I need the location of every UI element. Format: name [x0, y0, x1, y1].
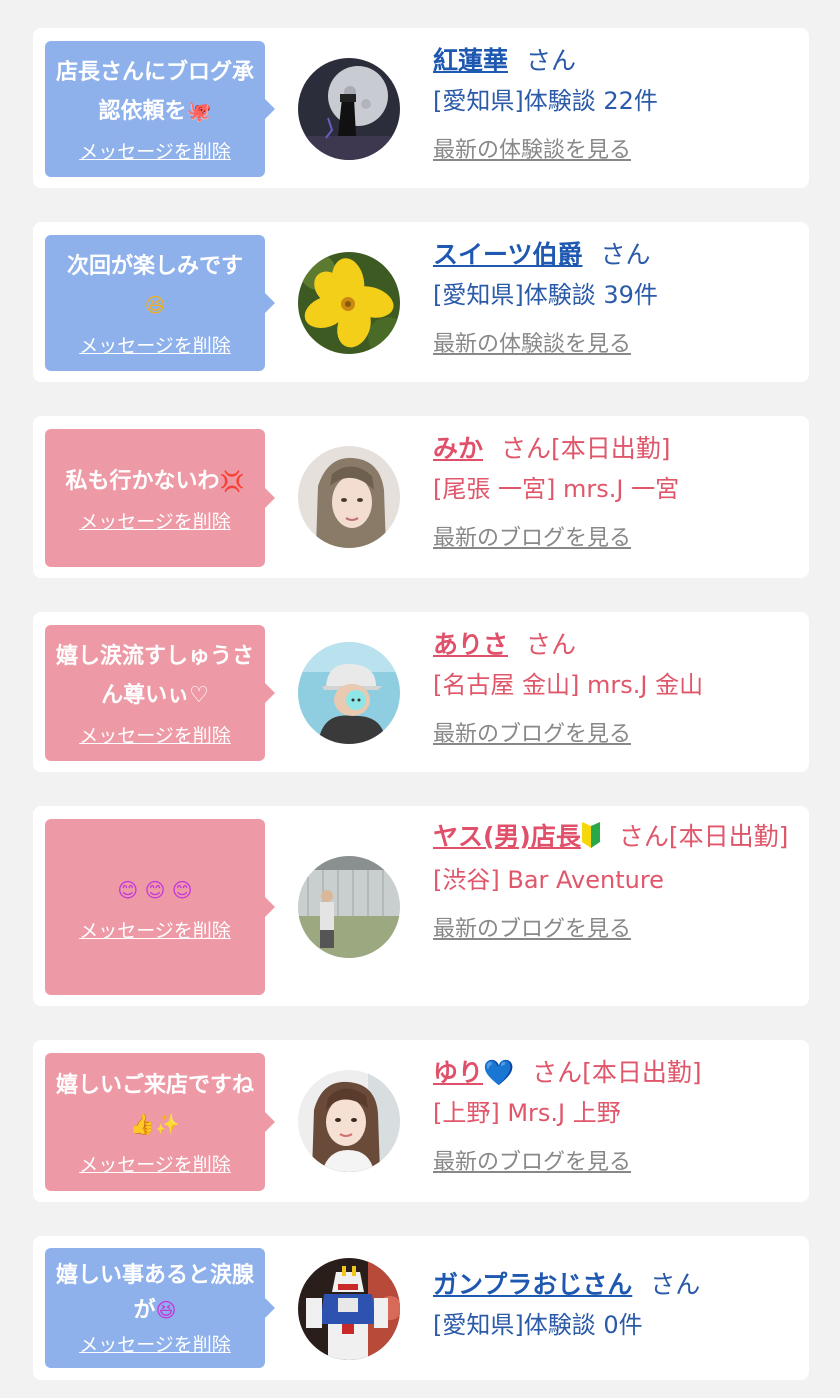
delete-message-link[interactable]: メッセージを削除	[79, 1330, 231, 1357]
delete-message-link[interactable]: メッセージを削除	[79, 507, 231, 534]
user-info: ゆり💙 さん[本日出勤] [上野] Mrs.J 上野 最新のブログを見る	[433, 1054, 795, 1176]
honorific: さん	[532, 1058, 583, 1087]
message-list: 店長さんにブログ承認依頼を🐙 メッセージを削除 紅蓮華 さん [愛知県]体験談 2…	[0, 0, 840, 1398]
bubble-message: 店長さんにブログ承認依頼を	[55, 60, 254, 124]
delete-message-link[interactable]: メッセージを削除	[79, 916, 231, 943]
honorific: さん	[526, 630, 577, 659]
bubble-message: 嬉しいご来店ですね	[55, 1073, 254, 1098]
honorific: さん	[618, 822, 669, 851]
area-info: [尾張 一宮] mrs.J 一宮	[433, 475, 680, 503]
latest-blog-link[interactable]: 最新のブログを見る	[433, 911, 631, 943]
user-name-link[interactable]: ゆり	[433, 1058, 483, 1087]
message-bubble: 私も行かないわ💢 メッセージを削除	[45, 429, 275, 567]
avatar[interactable]	[298, 446, 400, 548]
status-label: [本日出勤]	[582, 1058, 702, 1087]
smiling-emoji-icon: 😊 😊 😊	[117, 878, 193, 902]
message-bubble: 嬉しいご来店ですね 👍✨ メッセージを削除	[45, 1053, 275, 1191]
user-name-link[interactable]: ガンプラおじさん	[433, 1270, 632, 1299]
area-info: [名古屋 金山] mrs.J 金山	[433, 671, 704, 699]
delete-message-link[interactable]: メッセージを削除	[79, 1150, 231, 1177]
user-info: みか さん[本日出勤] [尾張 一宮] mrs.J 一宮 最新のブログを見る	[433, 430, 795, 552]
blue-heart-icon: 💙	[483, 1058, 515, 1087]
latest-review-link[interactable]: 最新の体験談を見る	[433, 326, 631, 358]
message-card: 店長さんにブログ承認依頼を🐙 メッセージを削除 紅蓮華 さん [愛知県]体験談 2…	[33, 28, 809, 188]
area-info: [愛知県]体験談 22件	[433, 87, 658, 115]
user-name-link[interactable]: ヤス(男)店長	[433, 822, 581, 851]
message-bubble: 嬉しい事あると涙腺が😆 メッセージを削除	[45, 1248, 275, 1368]
delete-message-link[interactable]: メッセージを削除	[79, 137, 231, 164]
avatar[interactable]	[298, 642, 400, 744]
latest-blog-link[interactable]: 最新のブログを見る	[433, 1144, 631, 1176]
user-info: 紅蓮華 さん [愛知県]体験談 22件 最新の体験談を見る	[433, 42, 795, 164]
message-card: 😊 😊 😊 メッセージを削除 ヤス(男)店長 さん[本日出勤] [渋谷] Bar …	[33, 806, 809, 1006]
message-bubble: 次回が楽しみです 😆 メッセージを削除	[45, 235, 275, 371]
octopus-emoji-icon: 🐙	[186, 99, 212, 123]
latest-blog-link[interactable]: 最新のブログを見る	[433, 520, 631, 552]
bubble-message: 次回が楽しみです	[66, 254, 243, 279]
latest-blog-link[interactable]: 最新のブログを見る	[433, 716, 631, 748]
message-card: 嬉しいご来店ですね 👍✨ メッセージを削除 ゆり💙 さん[本日出勤] [上野] Mr…	[33, 1040, 809, 1202]
user-info: ありさ さん [名古屋 金山] mrs.J 金山 最新のブログを見る	[433, 626, 795, 748]
message-card: 嬉しい事あると涙腺が😆 メッセージを削除 ガンプラおじさん さん [愛知県]体験談…	[33, 1236, 809, 1380]
avatar[interactable]	[298, 1070, 400, 1172]
user-name-link[interactable]: ありさ	[433, 630, 508, 659]
user-info: スイーツ伯爵 さん [愛知県]体験談 39件 最新の体験談を見る	[433, 236, 795, 358]
avatar[interactable]	[298, 252, 400, 354]
status-label: [本日出勤]	[551, 434, 671, 463]
thumbs-up-emoji-icon: 👍✨	[130, 1112, 180, 1136]
honorific: さん	[526, 46, 577, 75]
bubble-message: 嬉し涙流すしゅうさん尊いぃ♡	[55, 644, 254, 708]
message-card: 次回が楽しみです 😆 メッセージを削除 スイーツ伯爵 さん [愛知県]体験談 39件…	[33, 222, 809, 382]
honorific: さん	[600, 240, 651, 269]
user-info: ヤス(男)店長 さん[本日出勤] [渋谷] Bar Aventure 最新のブログ…	[433, 818, 795, 943]
message-card: 嬉し涙流すしゅうさん尊いぃ♡ メッセージを削除 ありさ さん [名古屋 金山] m…	[33, 612, 809, 772]
area-info: [渋谷] Bar Aventure	[433, 866, 664, 894]
message-bubble: 😊 😊 😊 メッセージを削除	[45, 819, 275, 995]
message-bubble: 嬉し涙流すしゅうさん尊いぃ♡ メッセージを削除	[45, 625, 275, 761]
message-card: 私も行かないわ💢 メッセージを削除 みか さん[本日出勤] [尾張 一宮] mrs…	[33, 416, 809, 578]
beginner-mark-icon	[581, 821, 601, 859]
message-bubble: 店長さんにブログ承認依頼を🐙 メッセージを削除	[45, 41, 275, 177]
user-name-link[interactable]: スイーツ伯爵	[433, 240, 583, 269]
avatar[interactable]	[298, 58, 400, 160]
avatar[interactable]	[298, 856, 400, 958]
area-info: [上野] Mrs.J 上野	[433, 1099, 621, 1127]
delete-message-link[interactable]: メッセージを削除	[79, 331, 231, 358]
avatar[interactable]	[298, 1258, 400, 1360]
area-info: [愛知県]体験談 39件	[433, 281, 658, 309]
anger-emoji-icon: 💢	[219, 469, 245, 493]
area-info: [愛知県]体験談 0件	[433, 1311, 643, 1339]
bubble-message: 私も行かないわ	[65, 469, 220, 494]
status-label: [本日出勤]	[668, 822, 789, 851]
honorific: さん	[501, 434, 552, 463]
delete-message-link[interactable]: メッセージを削除	[79, 721, 231, 748]
user-info: ガンプラおじさん さん [愛知県]体験談 0件	[433, 1266, 795, 1342]
honorific: さん	[650, 1270, 701, 1299]
user-name-link[interactable]: みか	[433, 434, 483, 463]
user-name-link[interactable]: 紅蓮華	[433, 46, 508, 75]
grinning-emoji-icon: 😆	[144, 293, 166, 317]
latest-review-link[interactable]: 最新の体験談を見る	[433, 132, 631, 164]
grinning-emoji-icon: 😆	[155, 1298, 177, 1322]
